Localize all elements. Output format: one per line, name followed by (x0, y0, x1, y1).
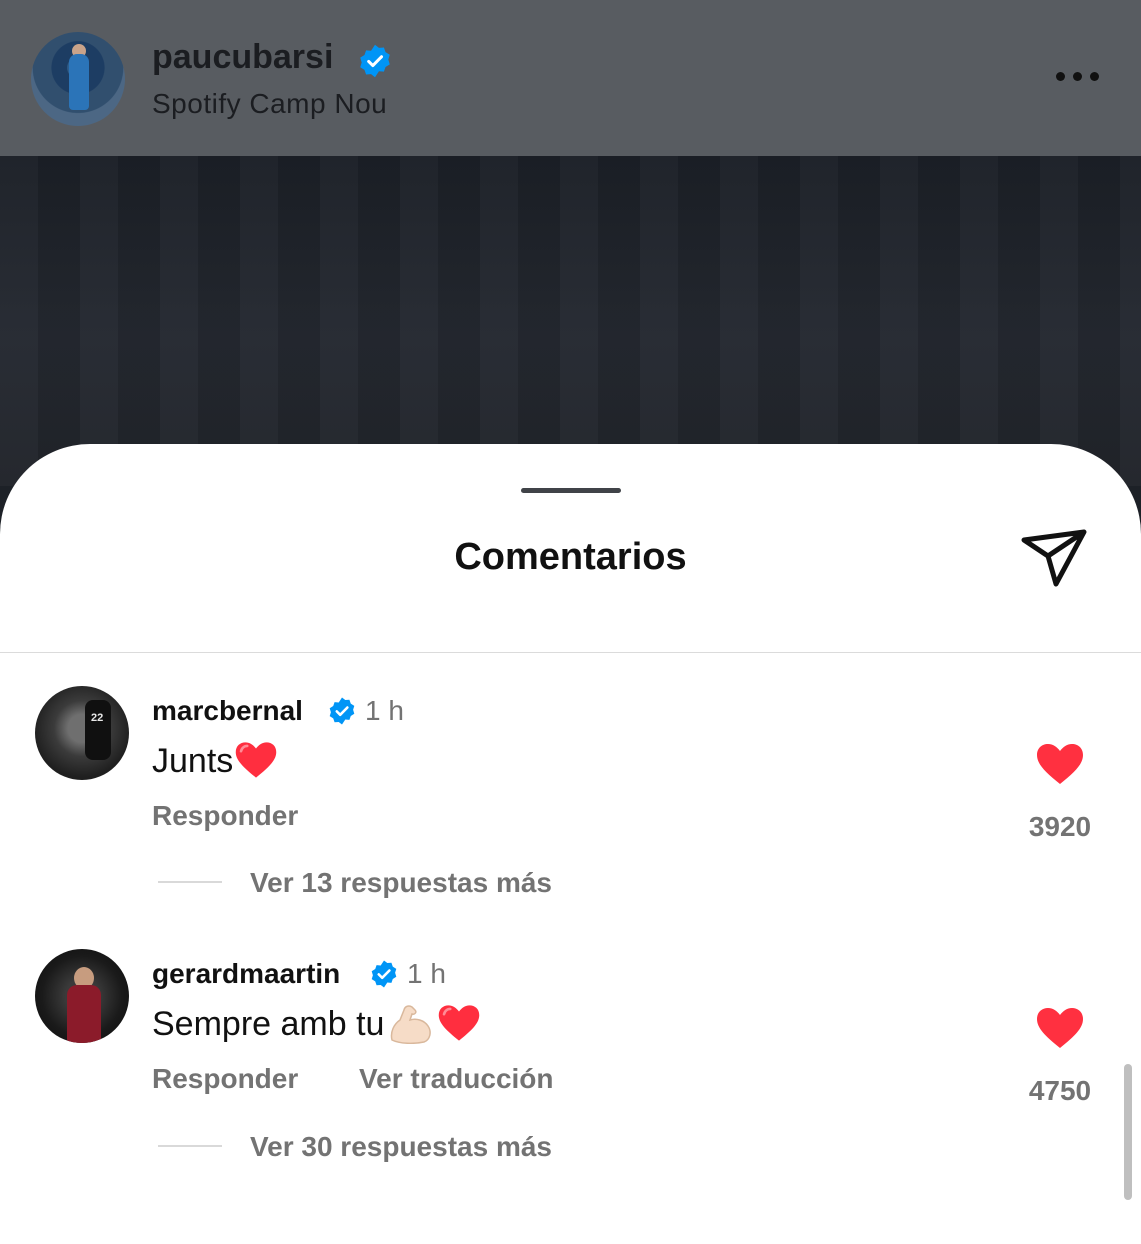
comment-avatar-marcbernal[interactable]: 22 (35, 686, 129, 780)
post-author-username[interactable]: paucubarsi (152, 38, 333, 77)
view-replies-button[interactable]: Ver 30 respuestas más (250, 1131, 552, 1163)
comment-text-body: Sempre amb tu (152, 1005, 385, 1043)
like-count: 4750 (1028, 1075, 1092, 1106)
post-author-avatar[interactable] (31, 32, 125, 126)
comment-text: Junts (152, 742, 278, 781)
comment-username[interactable]: marcbernal (152, 695, 303, 727)
flexed-biceps-emoji-icon (391, 1005, 432, 1045)
red-heart-emoji-icon (236, 742, 277, 778)
comment-text: Sempre amb tu (152, 1005, 481, 1045)
replies-divider-line (158, 881, 222, 883)
reply-button[interactable]: Responder (152, 800, 298, 832)
scrollbar[interactable] (1124, 1064, 1132, 1200)
sheet-divider (0, 652, 1141, 653)
reply-button[interactable]: Responder (152, 1063, 298, 1095)
post-image[interactable] (0, 156, 1141, 486)
send-icon[interactable] (1018, 526, 1090, 590)
red-heart-emoji-icon (439, 1005, 480, 1041)
comment-username[interactable]: gerardmaartin (152, 958, 340, 990)
post-location[interactable]: Spotify Camp Nou (152, 88, 387, 120)
heart-icon[interactable] (1035, 1006, 1085, 1050)
view-replies-button[interactable]: Ver 13 respuestas más (250, 867, 552, 899)
post-header: paucubarsi Spotify Camp Nou (0, 0, 1141, 156)
comment-avatar-gerardmaartin[interactable] (35, 949, 129, 1043)
verified-badge-icon (360, 44, 390, 78)
verified-badge-icon (371, 960, 397, 988)
heart-icon[interactable] (1035, 742, 1085, 786)
verified-badge-icon (329, 697, 355, 725)
more-horizontal-icon[interactable] (1054, 66, 1102, 86)
sheet-title: Comentarios (454, 536, 687, 578)
comment-timestamp: 1 h (365, 695, 404, 726)
comment-timestamp: 1 h (407, 958, 446, 989)
sheet-drag-handle[interactable] (521, 488, 621, 493)
replies-divider-line (158, 1145, 222, 1147)
like-count: 3920 (1028, 811, 1092, 842)
comment-text-body: Junts (152, 742, 234, 780)
see-translation-button[interactable]: Ver traducción (359, 1063, 554, 1095)
